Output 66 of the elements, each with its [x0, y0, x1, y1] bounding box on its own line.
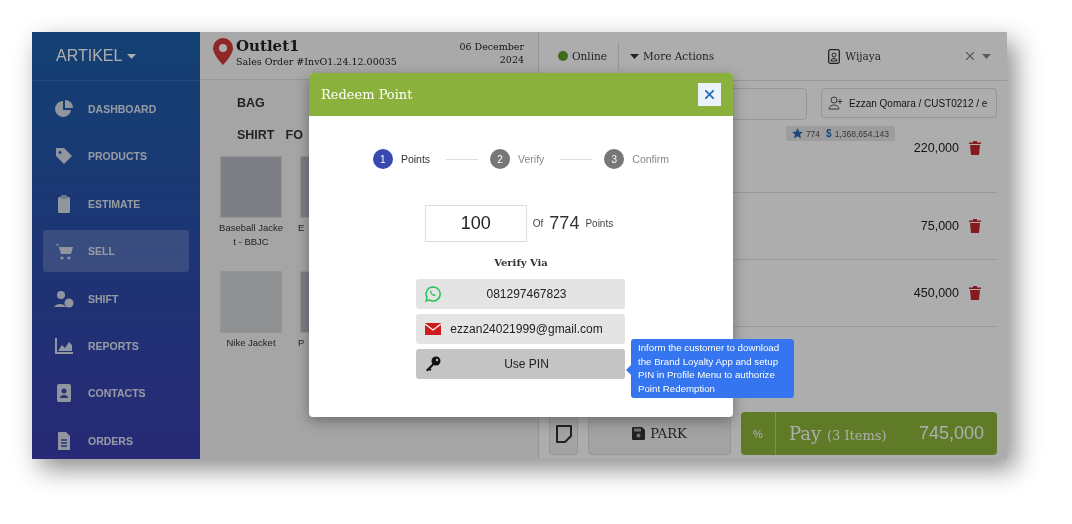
trash-icon[interactable]: [969, 286, 981, 300]
sidebar-item[interactable]: REPORTS: [43, 324, 189, 367]
caret-icon: [127, 53, 137, 59]
verify-heading: Verify Via: [493, 257, 549, 268]
email-option-button[interactable]: ezzan24021999@gmail.com: [416, 314, 625, 344]
currency-symbol: $: [826, 128, 832, 139]
whatsapp-icon: [425, 286, 441, 302]
product-name: E: [298, 221, 306, 235]
points-label: Points: [585, 218, 614, 229]
close-icon[interactable]: [966, 52, 974, 60]
sidebar-item[interactable]: ORDERS: [43, 419, 189, 459]
star-icon: [791, 128, 803, 139]
points-count: 774: [805, 128, 821, 139]
sidebar-item[interactable]: SHIFT: [43, 277, 189, 320]
step-indicator: 3 Confirm: [604, 149, 670, 169]
sidebar-item[interactable]: DASHBOARD: [43, 88, 189, 130]
sales-order-number: Sales Order #InvO1.24.12.00035: [236, 56, 398, 67]
contact-card-icon: [54, 383, 74, 404]
product-name: P: [298, 336, 306, 350]
close-icon: [705, 90, 714, 99]
step-indicator: 1 Points: [372, 149, 431, 169]
cart-icon: [54, 241, 74, 262]
chart-icon: [54, 335, 74, 356]
add-user-icon: [828, 96, 844, 110]
category-tab[interactable]: SHIRT: [237, 128, 275, 142]
close-button[interactable]: [698, 83, 721, 106]
pay-total: 745,000: [918, 423, 984, 444]
save-icon: [632, 427, 646, 440]
tag-icon: [54, 146, 74, 167]
order-date: 06 December 2024: [459, 40, 524, 66]
outlet-name: Outlet1: [236, 38, 301, 55]
pay-label: Pay (3 Items): [789, 423, 887, 444]
sidebar-item[interactable]: ESTIMATE: [43, 182, 189, 225]
location-pin-icon: [213, 38, 233, 65]
category-tab[interactable]: FO: [285, 128, 310, 142]
key-icon: [425, 356, 441, 372]
caret-icon[interactable]: [982, 53, 991, 59]
category-tab[interactable]: BAG: [237, 96, 275, 110]
whatsapp-option-button[interactable]: 081297467823: [416, 279, 625, 309]
use-pin-button[interactable]: Use PIN: [416, 349, 625, 379]
customer-field[interactable]: Ezzan Qomara / CUST0212 / e: [821, 88, 997, 118]
sidebar-item[interactable]: CONTACTS: [43, 372, 189, 415]
step-indicator: 2 Verify: [490, 149, 545, 169]
tooltip: Inform the customer to download the Brand Loyalty App and setup PIN in Profile Menu to authorize Point Redemption: [631, 339, 794, 398]
caret-icon: [630, 53, 640, 59]
of-label: Of: [532, 218, 544, 229]
item-price: 450,000: [913, 286, 959, 300]
item-price: 220,000: [913, 141, 959, 155]
product-name: Nike Jacket: [225, 336, 277, 350]
id-badge-icon: [828, 48, 841, 64]
more-actions-menu[interactable]: More Actions: [630, 50, 715, 62]
balance-amount: 1,368,654.143: [834, 128, 889, 139]
sidebar-item[interactable]: PRODUCTS: [43, 135, 189, 178]
note-icon: [553, 423, 574, 444]
product-name: Baseball Jacket - BBJC: [218, 221, 284, 249]
dialog-title: Redeem Point: [321, 87, 413, 102]
trash-icon[interactable]: [969, 141, 981, 155]
total-points: 774: [549, 213, 580, 234]
points-input[interactable]: 100: [424, 205, 527, 242]
brand-menu[interactable]: ARTIKEL: [56, 47, 123, 65]
trash-icon[interactable]: [969, 219, 981, 233]
envelope-icon: [425, 323, 441, 335]
item-price: 75,000: [920, 219, 959, 233]
status-label: Online: [572, 50, 608, 62]
user-name[interactable]: Wijaya: [845, 50, 881, 62]
pie-chart-icon: [54, 99, 74, 119]
